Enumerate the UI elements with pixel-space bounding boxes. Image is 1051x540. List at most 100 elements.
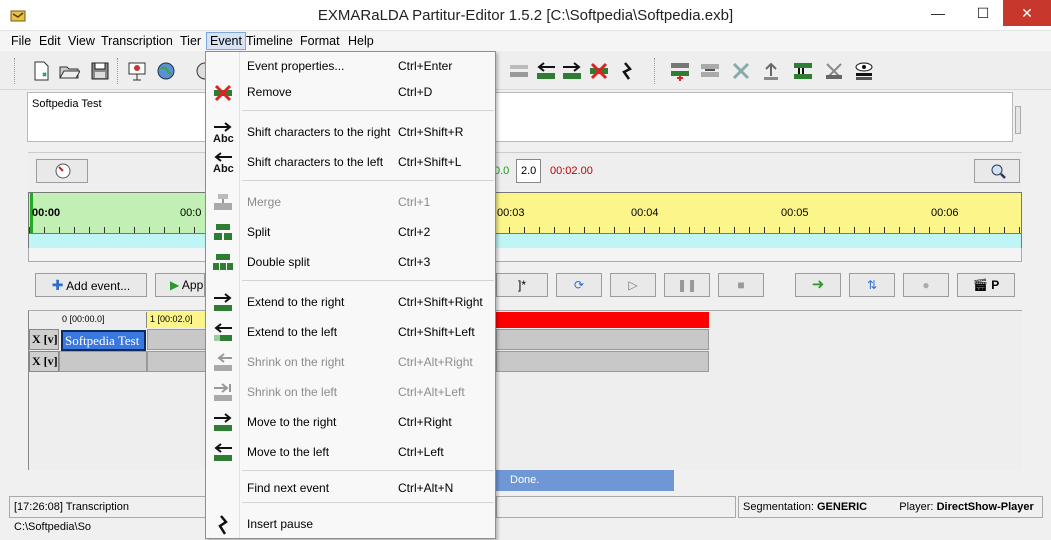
toolbar [0,52,1051,90]
menu-item-shortcut: Ctrl+Shift+R [398,125,464,139]
menu-format[interactable]: Format [297,32,343,50]
green-arrow-icon: ➜ [811,276,825,293]
segmentation-value: GENERIC [817,501,868,513]
text-panel-scrollbar[interactable] [1015,106,1021,134]
menu-item-shortcut: Ctrl+Right [398,415,452,429]
insert-tier-icon[interactable] [669,60,691,82]
plus-icon: ✚ [51,277,64,293]
clapper-p-label: P [991,278,1000,292]
tier-view-icon[interactable] [853,60,875,82]
new-file-icon[interactable] [30,60,52,82]
menu-event[interactable]: Event [206,32,246,50]
disc-icon: ● [922,278,930,292]
menu-item-shift-chars-left[interactable]: Abc Shift characters to the left Ctrl+Sh… [206,149,495,175]
menu-item-shrink-left[interactable]: Shrink on the left Ctrl+Alt+Left [206,379,495,405]
tier-row[interactable] [496,329,709,350]
ruler-tick-label: 00:05 [781,207,809,219]
menu-item-merge[interactable]: Merge Ctrl+1 [206,189,495,215]
open-folder-icon[interactable] [58,60,80,82]
event-menu-dropdown: Event properties... Ctrl+Enter Remove Ct… [205,51,496,539]
menu-item-shift-chars-right[interactable]: Abc Shift characters to the right Ctrl+S… [206,119,495,145]
globe-icon[interactable] [155,60,177,82]
menu-item-extend-left[interactable]: Extend to the left Ctrl+Shift+Left [206,319,495,345]
pause-tool-icon[interactable] [616,60,638,82]
bracket-button[interactable]: ]* [496,273,548,297]
record-button[interactable]: ● [903,273,949,297]
play-button[interactable]: ▷ [610,273,656,297]
tier-label[interactable]: X [v] [29,351,59,372]
shift-tool-icon[interactable] [508,60,530,82]
extend-right-tool-icon[interactable] [561,60,583,82]
stop-button[interactable]: ■ [718,273,764,297]
minimize-button[interactable]: — [917,0,959,26]
status-bar: [17:26:08] Transcription C:\Softpedia\So… [0,494,1051,533]
save-icon[interactable] [89,60,111,82]
pause-button[interactable]: ❚❚ [664,273,710,297]
menu-item-extend-right[interactable]: Extend to the right Ctrl+Shift+Right [206,289,495,315]
event-cell[interactable]: Softpedia Test [61,330,146,351]
tier-row[interactable] [496,351,709,372]
menu-help[interactable]: Help [345,32,377,50]
menu-item-event-properties[interactable]: Event properties... Ctrl+Enter [206,53,495,79]
player-label: Player: [899,501,934,513]
menu-transcription[interactable]: Transcription [98,32,176,50]
timeline-scroll-track[interactable] [28,248,1022,262]
ruler-tick-label: 00:00 [32,207,61,219]
tier-row[interactable] [59,351,147,372]
menu-item-insert-pause[interactable]: Insert pause [206,511,495,537]
timeline-column-1[interactable]: 1 [00:02.0] [147,312,207,328]
append-arrow-icon: ▶ [170,278,180,292]
sync-button[interactable]: ⇅ [849,273,895,297]
menu-item-move-right[interactable]: Move to the right Ctrl+Right [206,409,495,435]
menu-item-split[interactable]: Split Ctrl+2 [206,219,495,245]
tier-swap-icon[interactable] [792,60,814,82]
close-button[interactable]: ✕ [1003,0,1051,26]
event-text-panel[interactable]: Softpedia Test [27,92,1013,142]
timeline-column-0[interactable]: 0 [00:00.0] [59,312,147,328]
menu-item-move-left[interactable]: Move to the left Ctrl+Left [206,439,495,465]
svg-text:Abc: Abc [213,163,234,174]
menu-tier[interactable]: Tier [177,32,204,50]
append-button[interactable]: ▶ App [155,273,205,297]
move-left-icon [214,443,232,461]
menu-item-label: Double split [247,255,310,269]
extend-left-tool-icon[interactable] [535,60,557,82]
menu-item-label: Move to the right [247,415,337,429]
menu-view[interactable]: View [65,32,98,50]
menu-item-find-next-event[interactable]: Find next event Ctrl+Alt+N [206,475,495,501]
maximize-button[interactable]: ☐ [962,0,1004,26]
split-icon [214,224,232,240]
play-icon: ▷ [628,278,638,292]
menu-edit[interactable]: Edit [36,32,64,50]
tier-move-icon[interactable] [699,60,721,82]
remove-tier-icon[interactable] [730,60,752,82]
menu-file[interactable]: File [8,32,34,50]
loop-button[interactable]: ⟳ [556,273,602,297]
pause-icon: ❚❚ [676,278,698,292]
ruler-tick-label: 00:0 [180,207,202,219]
tier-hide-icon[interactable] [823,60,845,82]
menu-timeline[interactable]: Timeline [243,32,296,50]
menu-separator [242,470,494,471]
remove-tool-icon[interactable] [588,60,610,82]
speed-button[interactable] [36,159,88,183]
timeline-ruler[interactable]: 00:00 00:0 00:03 00:04 00:05 00:06 [28,192,1022,234]
menu-item-double-split[interactable]: Double split Ctrl+3 [206,249,495,275]
title-bar: EXMARaLDA Partitur-Editor 1.5.2 [C:\Soft… [0,0,1051,31]
shift-right-abc-icon: Abc [213,122,234,144]
extend-right-icon [214,293,232,311]
zoom-button[interactable] [974,159,1020,183]
selection-highlight [496,312,709,328]
presentation-icon[interactable] [126,60,148,82]
menu-item-shrink-right[interactable]: Shrink on the right Ctrl+Alt+Right [206,349,495,375]
tier-label[interactable]: X [v] [29,329,59,350]
menu-item-shortcut: Ctrl+1 [398,195,431,209]
go-next-button[interactable]: ➜ [795,273,841,297]
tier-up-icon[interactable] [760,60,782,82]
sync-icon: ⇅ [866,278,878,292]
menu-item-remove[interactable]: Remove Ctrl+D [206,79,495,105]
zoom-value-field[interactable]: 2.0 [516,159,542,183]
clapper-p-button[interactable]: 🎬︎ P [957,273,1015,297]
add-event-button[interactable]: ✚ Add event... [35,273,147,297]
ruler-ticks [29,227,1021,233]
